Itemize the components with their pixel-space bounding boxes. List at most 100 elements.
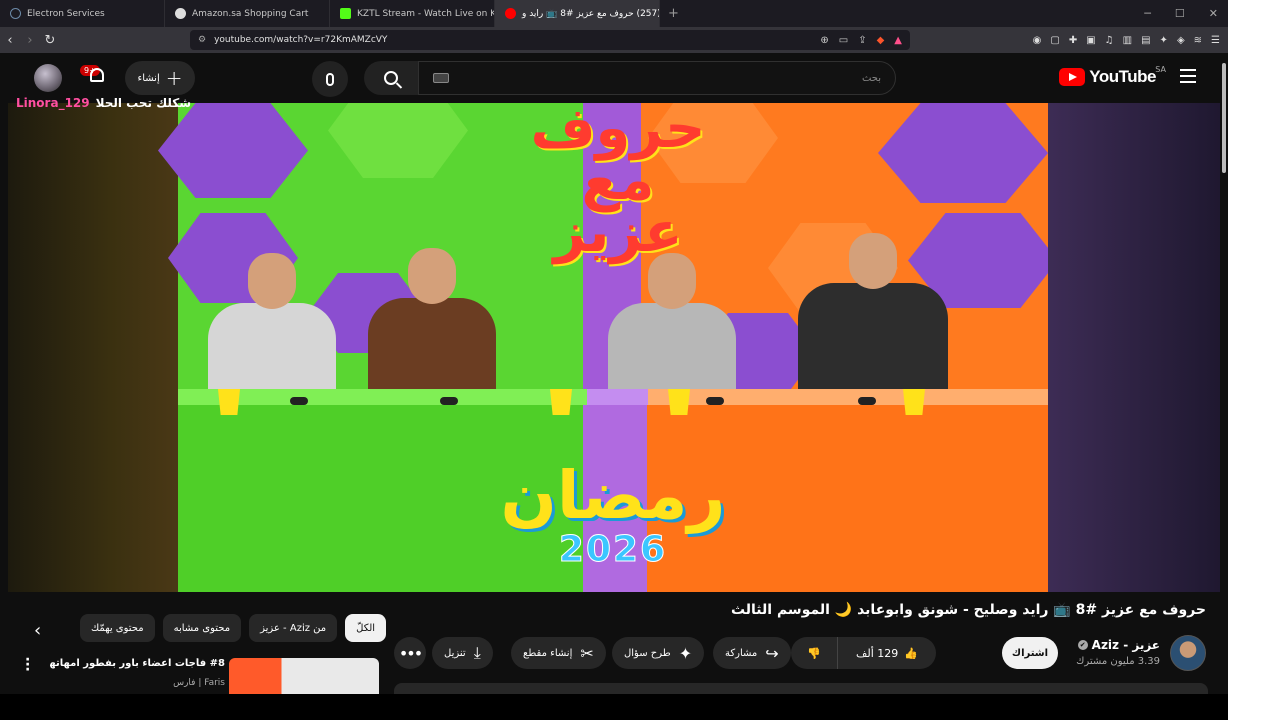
download-button[interactable]: تنزيل ⤓ xyxy=(432,637,493,669)
logo-text: YouTube xyxy=(1089,67,1156,86)
vpn-icon[interactable]: ◈ xyxy=(1177,35,1185,46)
amazon-icon xyxy=(175,8,186,19)
forward-button[interactable]: › xyxy=(20,33,40,48)
clip-button[interactable]: إنشاء مقطع ✂ xyxy=(511,637,606,669)
tab-electron-services[interactable]: Electron Services xyxy=(0,0,165,27)
tab-label: Electron Services xyxy=(27,8,105,19)
clip-label: إنشاء مقطع xyxy=(523,647,573,659)
buzzer xyxy=(440,397,458,405)
address-bar[interactable]: ⚙ youtube.com/watch?v=r72KmAMZcVY ⊕ ▭ ⇪ … xyxy=(190,30,910,50)
channel-avatar[interactable] xyxy=(1170,635,1206,671)
chevron-left-icon[interactable]: ‹ xyxy=(34,620,41,641)
chat-username: Linora_129 xyxy=(16,96,90,110)
video-letterbox-left xyxy=(8,103,178,592)
brave-shield-icon[interactable]: ◆ xyxy=(877,35,885,46)
like-button[interactable]: 129 ألف 👍 xyxy=(837,637,936,669)
ask-label: طرح سؤال xyxy=(624,647,671,659)
keyboard-icon[interactable] xyxy=(433,73,449,83)
share-button[interactable]: مشاركة ↪ xyxy=(713,637,791,669)
cup xyxy=(903,389,925,415)
share-arrow-icon: ↪ xyxy=(765,643,779,663)
zoom-icon[interactable]: ⊕ xyxy=(820,35,828,46)
plus-icon: + xyxy=(165,66,183,90)
chip-all[interactable]: الكلّ xyxy=(345,614,387,642)
chat-overlay: Linora_129 شكلك تحب الحلا xyxy=(16,96,191,110)
avatar[interactable] xyxy=(34,64,62,92)
sparkle-icon: ✦ xyxy=(678,643,693,663)
search-icon xyxy=(384,71,398,85)
thumbs-up-icon: 👍 xyxy=(904,646,918,660)
like-dislike-group: 👎 129 ألف 👍 xyxy=(791,637,936,669)
subscriber-count: 3.39 مليون مشترك xyxy=(1076,656,1160,667)
tab-label: Amazon.sa Shopping Cart xyxy=(192,8,309,19)
create-button[interactable]: إنشاء + xyxy=(125,61,195,95)
youtube-logo[interactable]: YouTube xyxy=(1059,67,1156,87)
desktop-background xyxy=(1228,0,1280,720)
puzzle-icon[interactable]: ✚ xyxy=(1069,35,1077,46)
kick-icon xyxy=(340,8,351,19)
sidebar-icon[interactable]: ▥ xyxy=(1123,35,1132,46)
download-icon: ⤓ xyxy=(473,643,481,662)
watch-details: حروف مع عزيز #8 📺 رايد وصليح - شونق وابو… xyxy=(0,592,1228,694)
browser-menu-icon[interactable]: ☰ xyxy=(1211,35,1220,46)
chip-from-channel[interactable]: من Aziz - عزيز xyxy=(249,614,338,642)
chip-for-you[interactable]: محتوى يهمّك xyxy=(80,614,155,642)
hamburger-menu-icon[interactable] xyxy=(1180,69,1196,83)
leo-icon[interactable]: ✦ xyxy=(1160,35,1168,46)
buzzer xyxy=(290,397,308,405)
speedreader-icon[interactable]: ≋ xyxy=(1194,35,1202,46)
page-scrollbar[interactable] xyxy=(1220,53,1228,694)
video-player[interactable]: حروف مع عزيز رمضان 2026 xyxy=(8,103,1220,592)
youtube-play-icon xyxy=(1059,68,1086,86)
dislike-button[interactable]: 👎 xyxy=(791,637,837,669)
recommendation-thumbnail[interactable] xyxy=(229,658,379,694)
more-actions-button[interactable]: ••• xyxy=(394,637,426,669)
region-label: SA xyxy=(1155,65,1166,74)
recommendation-title[interactable]: #8 فأجات اعضاء باور بفطور امهاتهم ❤️ xyxy=(50,658,225,669)
site-info-icon[interactable]: ⚙ xyxy=(198,35,206,45)
subscribe-button[interactable]: اشتراك xyxy=(1002,637,1058,669)
cast-icon[interactable]: ▭ xyxy=(839,35,848,46)
ramadan-text: رمضان xyxy=(500,457,726,534)
share-icon[interactable]: ⇪ xyxy=(858,35,866,46)
minimize-icon[interactable]: ─ xyxy=(1144,7,1151,20)
extension-icon[interactable]: ▢ xyxy=(1050,35,1059,46)
chip-related[interactable]: محتوى مشابه xyxy=(162,614,242,642)
browser-window: Electron Services Amazon.sa Shopping Car… xyxy=(0,0,1228,694)
bell-icon[interactable] xyxy=(88,68,106,86)
wallet-icon[interactable]: ▤ xyxy=(1141,35,1150,46)
reload-button[interactable]: ↻ xyxy=(40,33,60,48)
gear-icon xyxy=(10,8,21,19)
search-placeholder: بحث xyxy=(861,72,881,84)
show-title-sign: حروف مع عزيز xyxy=(530,103,706,265)
new-tab-button[interactable]: + xyxy=(660,6,687,21)
screenshot-icon[interactable]: ▣ xyxy=(1086,35,1095,46)
mic-icon xyxy=(326,72,334,86)
back-button[interactable]: ‹ xyxy=(0,33,20,48)
search-input[interactable]: بحث xyxy=(418,61,896,95)
search-button[interactable] xyxy=(364,61,418,95)
verified-icon: ✔ xyxy=(1077,640,1088,650)
tab-kick-stream[interactable]: KZTL Stream - Watch Live on Kick xyxy=(330,0,495,27)
voice-search-button[interactable] xyxy=(312,61,348,97)
tab-amazon-cart[interactable]: Amazon.sa Shopping Cart xyxy=(165,0,330,27)
rewards-icon[interactable]: ▲ xyxy=(894,35,902,46)
buzzer xyxy=(858,397,876,405)
scrollbar-thumb[interactable] xyxy=(1222,63,1226,173)
description-box[interactable] xyxy=(394,683,1208,694)
navigation-bar: ‹ › ↻ ⚙ youtube.com/watch?v=r72KmAMZcVY … xyxy=(0,27,1228,53)
tab-label: (257) حروف مع عزيز #8 📺 رايد و xyxy=(522,8,659,19)
extension-icon[interactable]: ◉ xyxy=(1033,35,1042,46)
close-window-icon[interactable]: ✕ xyxy=(1209,7,1218,20)
music-icon[interactable]: ♫ xyxy=(1105,35,1114,46)
chat-message: شكلك تحب الحلا xyxy=(95,96,192,110)
ask-button[interactable]: طرح سؤال ✦ xyxy=(612,637,705,669)
url-text: youtube.com/watch?v=r72KmAMZcVY xyxy=(214,35,388,45)
cup xyxy=(668,389,690,415)
more-options-icon[interactable]: · · · xyxy=(25,653,30,677)
maximize-icon[interactable]: ☐ xyxy=(1175,7,1185,20)
tab-label: KZTL Stream - Watch Live on Kick xyxy=(357,8,495,19)
tab-youtube-video[interactable]: (257) حروف مع عزيز #8 📺 رايد و ✕ xyxy=(495,0,660,27)
channel-name[interactable]: عزيز - Aziz ✔ xyxy=(1077,638,1160,652)
recommendation-channel[interactable]: Faris | فارس xyxy=(50,678,225,688)
